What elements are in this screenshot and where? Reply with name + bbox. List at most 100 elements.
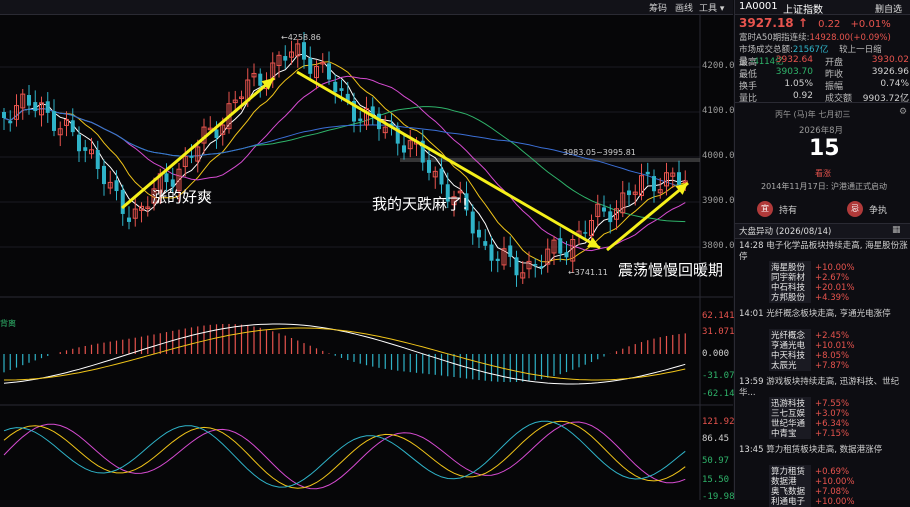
kdj-axis-3: 50.97: [702, 456, 730, 466]
kdj-axis-1: 121.92: [702, 417, 735, 427]
candle: [107, 170, 113, 195]
candle: [127, 206, 131, 230]
candlestick-chart[interactable]: [0, 0, 733, 500]
kdj-line: [3, 421, 686, 490]
annotation-rise: 涨的好爽: [152, 188, 213, 206]
candle: [645, 162, 650, 185]
high-price-label: ←4258.86: [281, 33, 321, 42]
candle: [427, 148, 431, 181]
macd-axis-1: 62.141: [702, 311, 735, 321]
candle: [295, 38, 301, 68]
annotation-fall: 我的天跌麻了!: [372, 195, 469, 213]
price-change-pct: +0.01%: [850, 19, 891, 30]
kdj-axis-4: 15.50: [702, 475, 730, 485]
candle: [508, 236, 513, 268]
candle: [283, 45, 288, 69]
candle: [489, 236, 494, 272]
candle: [595, 194, 601, 227]
news-stock[interactable]: 太辰光 +7.87%: [769, 359, 849, 371]
annotation-range: 震荡慢慢回暖期: [618, 261, 724, 279]
candle: [327, 51, 331, 85]
avoid-icon: 忌: [847, 201, 863, 217]
quote-value: 3930.02: [871, 55, 909, 65]
candle: [95, 140, 100, 180]
dispute-button[interactable]: 忌 争执: [847, 201, 893, 217]
calendar-icon[interactable]: ▦: [892, 225, 901, 235]
candle: [439, 158, 444, 194]
candle: [14, 94, 19, 127]
price-arrow: ↑: [797, 16, 808, 30]
kdj-line: [3, 420, 686, 488]
candle: [402, 134, 406, 160]
candle: [495, 251, 500, 273]
candle: [533, 258, 538, 278]
quote-panel: 1A0001 上证指数 删自选 3927.18 ↑ 0.22 +0.01% 富时…: [734, 0, 910, 507]
candle: [52, 99, 56, 137]
calendar-label: 看涨: [815, 169, 831, 178]
candle: [520, 261, 526, 284]
candle: [145, 196, 151, 217]
news-item[interactable]: 14:28 电子化学品板块持续走高, 海星股份涨停: [739, 241, 909, 263]
candle: [308, 46, 313, 81]
kdj-lines: [3, 420, 686, 490]
calendar-event: 2014年11月17日: 沪港通正式启动: [761, 182, 887, 191]
candle: [395, 122, 400, 156]
quote-value: 3926.96: [871, 67, 909, 77]
range-label: 3983.05~3995.81: [563, 148, 636, 157]
quote-name: 上证指数: [783, 5, 823, 16]
chart-area[interactable]: 筹码 画线 工具 ▾ ⚙ ⚙ ←4258.86 ←3741.11 3983.05…: [0, 0, 740, 502]
price-change: 0.22: [818, 19, 841, 30]
news-item[interactable]: 13:45 算力租赁板块走高, 数据港涨停: [739, 445, 909, 456]
quote-value: 0.92: [792, 91, 813, 101]
kdj-axis-2: 86.45: [702, 434, 730, 444]
candle: [226, 91, 232, 134]
candle: [139, 202, 144, 223]
quote-header: 1A0001 上证指数 删自选: [735, 0, 910, 16]
kdj-axis-5: -19.98: [702, 492, 735, 502]
news-item[interactable]: 14:01 光纤概念板块走高, 亨通光电涨停: [739, 309, 909, 320]
macd-axis-3: 0.000: [702, 349, 730, 359]
price-row: 3927.18 ↑ 0.22 +0.01%: [739, 16, 909, 30]
candle: [258, 68, 263, 98]
news-stock[interactable]: 利通电子 +10.00%: [769, 495, 855, 507]
candle: [57, 121, 63, 147]
macd-dea-line: [4, 327, 686, 381]
quote-value: 0.74%: [880, 79, 909, 89]
candle: [102, 159, 106, 196]
candle: [514, 250, 519, 287]
candle: [382, 115, 388, 139]
hold-button[interactable]: 宜 持有: [757, 201, 803, 217]
trend-arrow: [606, 181, 689, 252]
quote-value: 1.05%: [784, 79, 813, 89]
candle: [45, 92, 50, 123]
news-stock[interactable]: 方邦股份 +4.39%: [769, 291, 849, 303]
news-item[interactable]: 13:59 游戏板块持续走高, 迅游科技、世纪华...: [739, 377, 909, 399]
news-stock[interactable]: 中青宝 +7.15%: [769, 427, 849, 439]
quote-value: 3903.70: [775, 67, 813, 77]
kdj-line: [3, 420, 686, 489]
macd-bars: [3, 323, 686, 385]
candle: [27, 84, 31, 115]
macd-tag: 背离: [0, 319, 16, 328]
calendar-day: 15: [809, 136, 840, 161]
candle: [89, 137, 94, 159]
quote-value: 3932.64: [775, 55, 813, 65]
candle: [470, 204, 475, 245]
low-price-label: ←3741.11: [568, 268, 608, 277]
candle: [477, 221, 481, 249]
candle: [370, 97, 375, 125]
candle: [576, 220, 582, 245]
ma-line: [3, 106, 686, 223]
lunar-date: 丙午 (马)年 七月初三: [775, 110, 851, 119]
candle: [545, 238, 551, 273]
calendar-settings-icon[interactable]: ⚙: [899, 107, 907, 117]
macd-dif-line: [3, 323, 686, 385]
candle: [83, 139, 88, 163]
hold-icon: 宜: [757, 201, 773, 217]
candle: [33, 90, 38, 118]
candle: [8, 110, 13, 132]
candle: [64, 111, 69, 137]
candle: [432, 166, 438, 189]
remove-favorite-button[interactable]: 删自选: [875, 2, 902, 15]
candle: [20, 88, 26, 120]
